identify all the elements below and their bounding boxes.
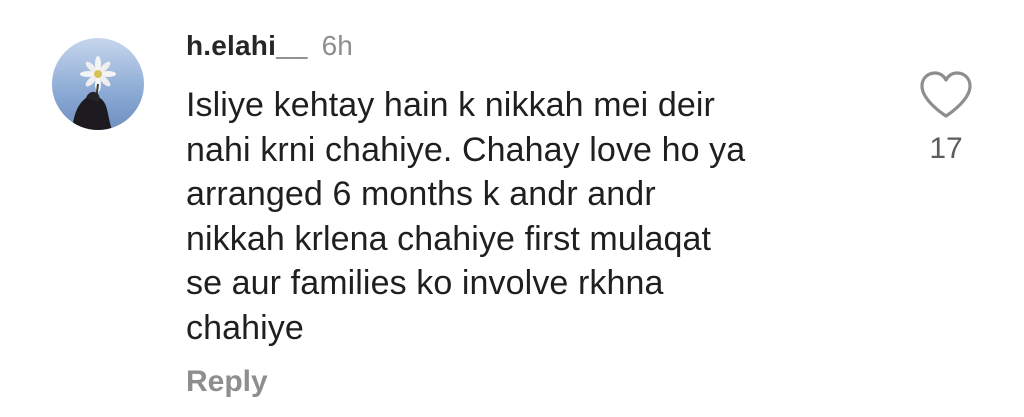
comment-text: Isliye kehtay hain k nikkah mei deir nah… bbox=[186, 86, 746, 347]
like-count: 17 bbox=[929, 132, 963, 165]
heart-outline-icon bbox=[920, 71, 972, 118]
reply-button[interactable]: Reply bbox=[186, 365, 268, 399]
avatar-photo bbox=[52, 38, 144, 130]
avatar[interactable] bbox=[52, 38, 144, 130]
comment-header: h.elahi__ 6h bbox=[186, 30, 353, 70]
timestamp: 6h bbox=[321, 30, 353, 61]
like-button[interactable] bbox=[918, 70, 974, 120]
comment-item: h.elahi__ 6h Isliye kehtay hain k nikkah… bbox=[0, 0, 1024, 417]
username[interactable]: h.elahi__ bbox=[186, 30, 308, 62]
